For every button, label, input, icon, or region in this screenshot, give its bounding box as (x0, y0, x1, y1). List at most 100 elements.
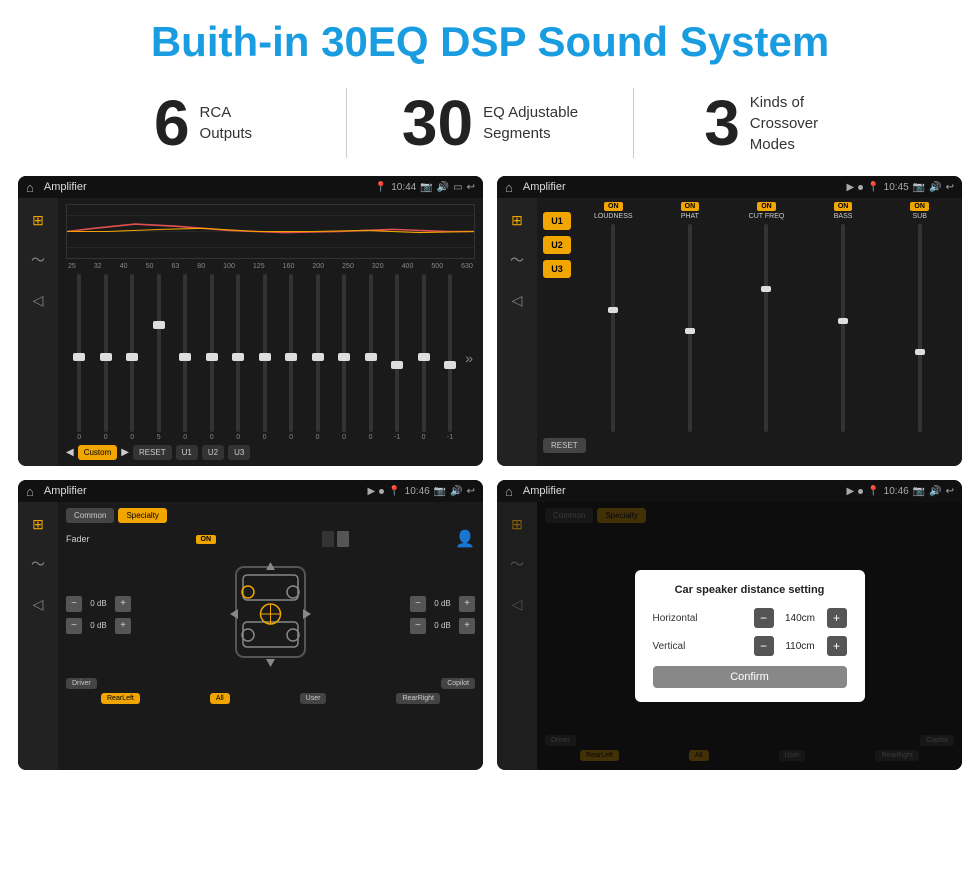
fl-minus-button[interactable]: − (66, 596, 82, 612)
eq-slider-4[interactable]: 0 (174, 274, 196, 441)
vertical-plus-button[interactable]: + (827, 636, 847, 656)
phat-on[interactable]: ON (681, 202, 700, 211)
left-levels: − 0 dB + − 0 dB + (66, 596, 131, 634)
status-bar-fader: ⌂ Amplifier ▶ 📍 10:46 📷 🔊 ↩ (18, 480, 483, 502)
eq-bottom: ◀ Custom ▶ RESET U1 U2 U3 (66, 445, 475, 460)
cutfreq-on[interactable]: ON (757, 202, 776, 211)
eq-curve-svg (67, 205, 474, 258)
crossover-bottom: RESET (543, 432, 956, 458)
eq-u3-button[interactable]: U3 (228, 445, 250, 460)
stat-crossover-number: 3 (704, 91, 740, 155)
loudness-on[interactable]: ON (604, 202, 623, 211)
vertical-control: − 110cm + (754, 636, 847, 656)
copilot-button[interactable]: Copilot (441, 678, 475, 689)
home-icon-3[interactable]: ⌂ (26, 484, 34, 499)
next-button[interactable]: ▶ (121, 447, 129, 458)
level-row-fr: − 0 dB + (410, 596, 475, 612)
status-icons-distance: ▶ 📍 10:46 📷 🔊 ↩ (847, 486, 954, 497)
user-button[interactable]: User (300, 693, 327, 704)
car-diagram (139, 557, 402, 672)
eq-slider-12[interactable]: -1 (386, 274, 408, 441)
confirm-button[interactable]: Confirm (653, 666, 847, 688)
eq-more-icon[interactable]: » (465, 350, 473, 366)
fr-plus-button[interactable]: + (459, 596, 475, 612)
back-icon-2[interactable]: ↩ (946, 182, 954, 193)
crossover-reset-button[interactable]: RESET (543, 438, 586, 453)
eq-slider-3[interactable]: 5 (147, 274, 169, 441)
eq-slider-9[interactable]: 0 (306, 274, 328, 441)
level-row-rr: − 0 dB + (410, 618, 475, 634)
eq-reset-button[interactable]: RESET (133, 445, 172, 460)
play-icon: ▶ (847, 182, 855, 193)
vertical-minus-button[interactable]: − (754, 636, 774, 656)
eq-slider-7[interactable]: 0 (253, 274, 275, 441)
eq-icon[interactable]: ⊞ (24, 208, 52, 232)
stat-rca: 6 RCAOutputs (60, 91, 346, 155)
status-bar-crossover: ⌂ Amplifier ▶ 📍 10:45 📷 🔊 ↩ (497, 176, 962, 198)
u3-button[interactable]: U3 (543, 260, 571, 278)
channel-phat: ON PHAT (654, 202, 727, 432)
bass-on[interactable]: ON (834, 202, 853, 211)
eq-slider-1[interactable]: 0 (94, 274, 116, 441)
common-tab[interactable]: Common (66, 508, 114, 523)
location-icon-4: 📍 (867, 486, 879, 497)
back-icon-4[interactable]: ↩ (946, 486, 954, 497)
horizontal-minus-button[interactable]: − (754, 608, 774, 628)
time-distance: 10:46 (884, 486, 909, 497)
eq-icon-2[interactable]: ⊞ (503, 208, 531, 232)
eq-custom-button[interactable]: Custom (78, 445, 118, 460)
status-bar-eq: ⌂ Amplifier 📍 10:44 📷 🔊 ▭ ↩ (18, 176, 483, 198)
fr-minus-button[interactable]: − (410, 596, 426, 612)
eq-slider-2[interactable]: 0 (121, 274, 143, 441)
volume-icon-2: 🔊 (929, 182, 941, 193)
eq-slider-8[interactable]: 0 (280, 274, 302, 441)
phat-label: PHAT (681, 213, 699, 220)
horizontal-plus-button[interactable]: + (827, 608, 847, 628)
fl-plus-button[interactable]: + (115, 596, 131, 612)
wave-icon-2[interactable]: 〜 (503, 248, 531, 272)
home-icon-2[interactable]: ⌂ (505, 180, 513, 195)
header: Buith-in 30EQ DSP Sound System (0, 0, 980, 78)
wave-icon[interactable]: 〜 (24, 248, 52, 272)
eq-u1-button[interactable]: U1 (176, 445, 198, 460)
status-dot (858, 185, 863, 190)
driver-button[interactable]: Driver (66, 678, 97, 689)
prev-button[interactable]: ◀ (66, 447, 74, 458)
rl-minus-button[interactable]: − (66, 618, 82, 634)
vertical-label: Vertical (653, 641, 686, 652)
rr-plus-button[interactable]: + (459, 618, 475, 634)
back-icon[interactable]: ↩ (467, 182, 475, 193)
home-icon-4[interactable]: ⌂ (505, 484, 513, 499)
location-icon-2: 📍 (867, 182, 879, 193)
eq-slider-5[interactable]: 0 (200, 274, 222, 441)
stat-crossover: 3 Kinds ofCrossover Modes (634, 91, 920, 155)
home-icon[interactable]: ⌂ (26, 180, 34, 195)
crossover-screen-title: Amplifier (523, 181, 841, 193)
eq-icon-3[interactable]: ⊞ (24, 512, 52, 536)
rearright-button[interactable]: RearRight (396, 693, 440, 704)
volume3-icon[interactable]: ◁ (503, 288, 531, 312)
all-button[interactable]: All (210, 693, 230, 704)
sub-on[interactable]: ON (910, 202, 929, 211)
rearleft-button[interactable]: RearLeft (101, 693, 140, 704)
eq-slider-0[interactable]: 0 (68, 274, 90, 441)
eq-slider-10[interactable]: 0 (333, 274, 355, 441)
volume2-icon[interactable]: ◁ (24, 288, 52, 312)
eq-slider-13[interactable]: 0 (412, 274, 434, 441)
stat-eq: 30 EQ AdjustableSegments (347, 91, 633, 155)
eq-freq-labels: 2532 4050 6380 100125 160200 250320 4005… (66, 263, 475, 270)
u2-button[interactable]: U2 (543, 236, 571, 254)
volume4-icon[interactable]: ◁ (24, 592, 52, 616)
eq-slider-11[interactable]: 0 (359, 274, 381, 441)
camera-icon-4: 📷 (913, 486, 925, 497)
fader-on-badge[interactable]: ON (196, 535, 217, 544)
specialty-tab[interactable]: Specialty (118, 508, 166, 523)
u1-button[interactable]: U1 (543, 212, 571, 230)
eq-slider-6[interactable]: 0 (227, 274, 249, 441)
back-icon-3[interactable]: ↩ (467, 486, 475, 497)
eq-u2-button[interactable]: U2 (202, 445, 224, 460)
wave-icon-3[interactable]: 〜 (24, 552, 52, 576)
eq-slider-14[interactable]: -1 (439, 274, 461, 441)
rr-minus-button[interactable]: − (410, 618, 426, 634)
rl-plus-button[interactable]: + (115, 618, 131, 634)
